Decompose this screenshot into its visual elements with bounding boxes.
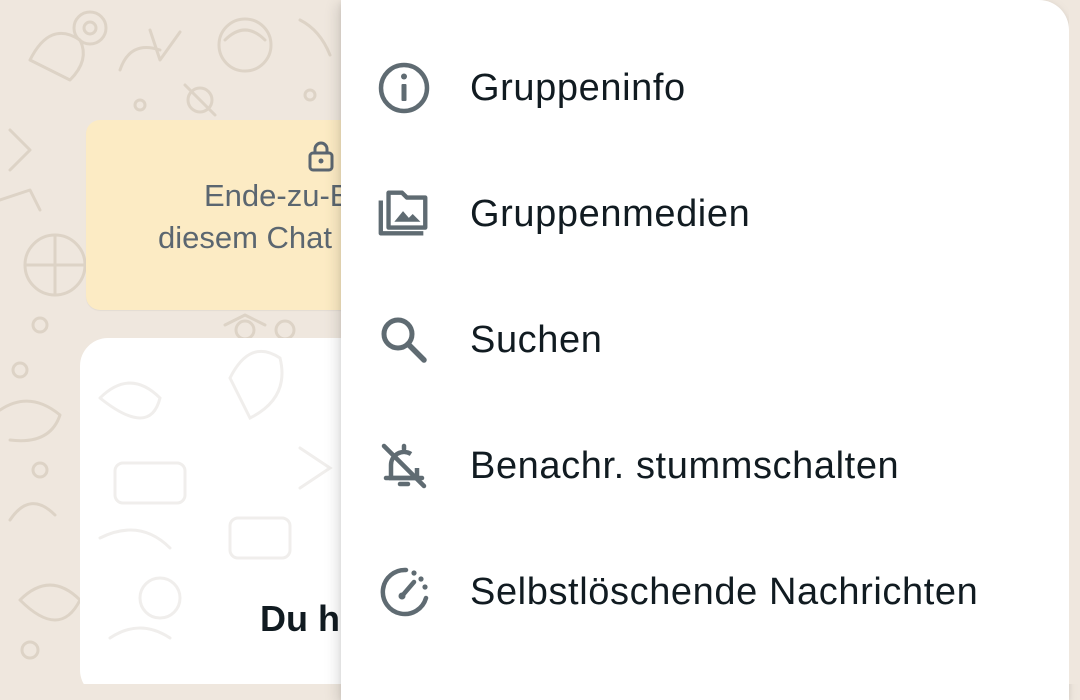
menu-item-label: Gruppeninfo <box>470 66 686 109</box>
menu-item-label: Gruppenmedien <box>470 192 751 235</box>
media-library-icon <box>375 185 433 243</box>
menu-item-mute-notifications[interactable]: Benachr. stummschalten <box>341 403 1069 529</box>
menu-item-disappearing-messages[interactable]: Selbstlöschende Nachrichten <box>341 529 1069 655</box>
menu-item-label: Suchen <box>470 318 603 361</box>
info-icon <box>375 59 433 117</box>
encryption-notice-line2: diesem Chat <box>158 220 333 255</box>
chat-background-edge <box>1069 0 1080 684</box>
menu-item-label: Benachr. stummschalten <box>470 444 900 487</box>
intro-card-heading: Du h <box>260 598 340 639</box>
encryption-notice-line1: Ende-zu-E <box>204 178 344 213</box>
lock-icon <box>308 141 334 172</box>
disappearing-timer-icon <box>375 563 433 621</box>
overflow-menu: Gruppeninfo Gruppenmedien Suchen Benachr… <box>341 0 1069 700</box>
menu-item-label: Selbstlöschende Nachrichten <box>470 570 979 613</box>
bell-off-icon <box>375 437 433 495</box>
search-icon <box>375 311 433 369</box>
menu-item-search[interactable]: Suchen <box>341 277 1069 403</box>
menu-item-group-info[interactable]: Gruppeninfo <box>341 25 1069 151</box>
menu-item-group-media[interactable]: Gruppenmedien <box>341 151 1069 277</box>
